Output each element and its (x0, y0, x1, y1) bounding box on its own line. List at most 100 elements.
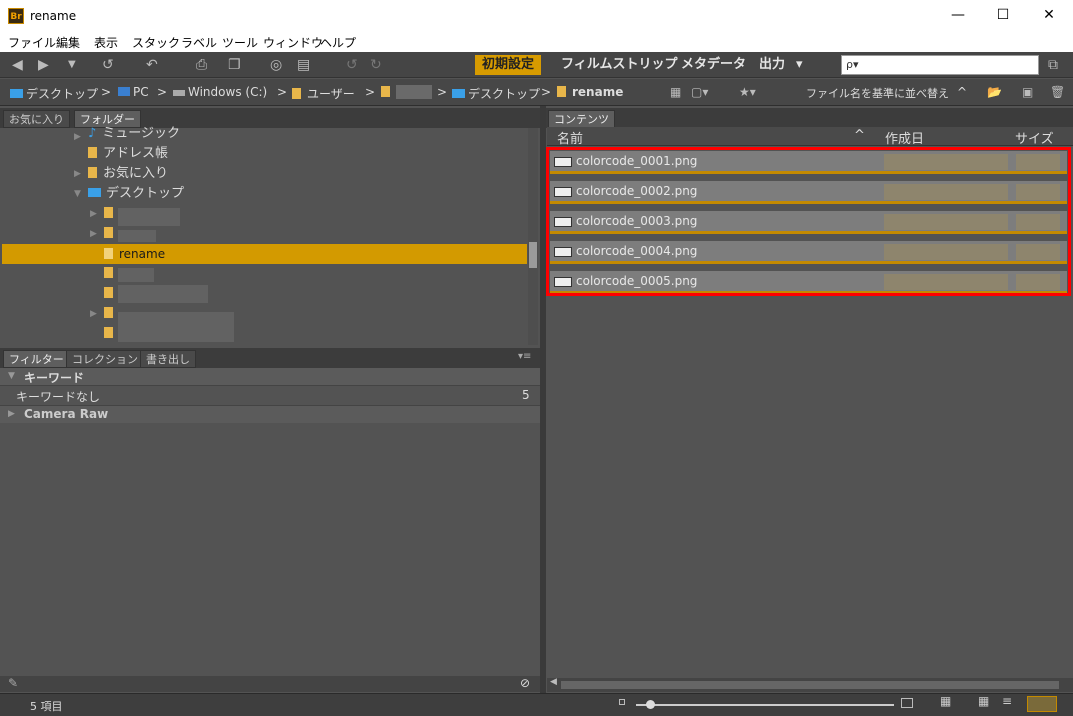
column-sort-icon[interactable]: ^ (854, 128, 865, 143)
path-separator: > (157, 85, 168, 99)
forward-icon[interactable]: ▶ (38, 56, 49, 74)
expand-icon[interactable]: ▶ (74, 169, 81, 179)
menu-window[interactable]: ウィンドウ (263, 34, 323, 51)
menu-bar: ファイル 編集 表示 スタック ラベル ツール ウィンドウ ヘルプ (0, 32, 1073, 52)
tree-item-favorites[interactable]: お気に入り (88, 164, 168, 184)
thumbnail-size-slider[interactable] (636, 700, 894, 709)
clear-filter-icon[interactable]: ⊘ (520, 676, 530, 690)
pin-icon[interactable]: ✎ (8, 676, 18, 690)
view-thumbnails-icon[interactable]: ▦ (978, 694, 989, 708)
filter-tab-row: フィルター コレクション 書き出し ▾≡ (0, 348, 540, 368)
path-windows-c[interactable]: Windows (C:) (173, 85, 267, 99)
tree-item-music[interactable]: ♪ ミュージック (88, 124, 180, 144)
path-desktop-2[interactable]: デスクトップ (452, 85, 540, 102)
slider-handle[interactable] (646, 700, 655, 709)
tab-content[interactable]: コンテンツ (548, 110, 615, 128)
menu-help[interactable]: ヘルプ (320, 34, 356, 51)
sort-dropdown[interactable]: ファイル名を基準に並べ替え (806, 85, 949, 101)
rotate-left-icon[interactable]: ↺ (346, 56, 358, 74)
rotate-right-icon[interactable]: ↻ (370, 56, 382, 74)
tab-collection[interactable]: コレクション (66, 350, 144, 368)
keyword-none-item[interactable]: キーワードなし (16, 388, 100, 405)
workspace-more-dropdown[interactable]: ▾ (796, 55, 803, 75)
path-rename[interactable]: rename (557, 85, 623, 99)
tab-filter[interactable]: フィルター (3, 350, 70, 368)
thumb-small-icon[interactable] (619, 699, 625, 705)
expand-icon[interactable]: ▶ (90, 229, 97, 239)
tab-export[interactable]: 書き出し (140, 350, 196, 368)
open-recent-folder-icon[interactable]: 📂 (987, 85, 1002, 99)
workspace-output[interactable]: 出力 (759, 55, 785, 75)
view-options-icon[interactable]: ▢▾ (691, 85, 708, 99)
path-desktop-1[interactable]: デスクトップ (10, 85, 98, 102)
tab-favorites[interactable]: お気に入り (3, 110, 70, 128)
camera-raw-icon[interactable]: ◎ (270, 56, 282, 74)
column-date[interactable]: 作成日 (885, 128, 924, 147)
menu-stack[interactable]: スタック (132, 34, 180, 51)
menu-label[interactable]: ラベル (181, 34, 217, 51)
content-hscrollbar[interactable]: ◀ (547, 677, 1073, 692)
tree-item-hidden[interactable] (104, 224, 119, 244)
panel-menu-icon[interactable]: ▾≡ (518, 351, 531, 362)
reveal-recent-icon[interactable]: ↺ (102, 56, 114, 74)
folder-scrollbar[interactable] (528, 128, 538, 345)
menu-tools[interactable]: ツール (222, 34, 258, 51)
scroll-thumb[interactable] (561, 681, 1059, 689)
expand-icon[interactable]: ▶ (90, 309, 97, 319)
path-user-folder[interactable] (381, 85, 432, 99)
scroll-thumb[interactable] (529, 242, 537, 268)
minimize-button[interactable]: — (935, 0, 981, 32)
recent-dropdown-icon[interactable]: ▼ (68, 56, 76, 74)
keyword-header[interactable]: ▼ キーワード (0, 368, 540, 386)
boomerang-icon[interactable]: ↶ (146, 56, 158, 74)
tree-item-hidden[interactable] (104, 284, 119, 304)
path-pc[interactable]: PC (118, 85, 149, 99)
sort-direction-icon[interactable]: ^ (957, 85, 967, 99)
delete-icon[interactable]: 🗑 (1050, 85, 1065, 99)
path-users[interactable]: ユーザー (292, 85, 355, 102)
tree-item-desktop[interactable]: デスクトップ (88, 184, 184, 204)
close-button[interactable]: ✕ (1026, 0, 1072, 32)
camera-import-icon[interactable]: ⎙ (196, 56, 207, 74)
thumb-large-icon[interactable] (901, 698, 913, 708)
path-separator: > (101, 85, 112, 99)
toolbar: ◀ ▶ ▼ ↺ ↶ ⎙ ❐ ◎ ▤ ↺ ↻ 初期設定 フィルムストリップ メタデ… (0, 52, 1073, 78)
expand-icon: ▶ (8, 409, 15, 419)
compact-mode-icon[interactable]: ⧉ (1048, 56, 1058, 74)
menu-file[interactable]: ファイル (8, 34, 56, 51)
tree-item-hidden[interactable] (104, 204, 119, 224)
view-list-icon[interactable] (1027, 696, 1057, 712)
tree-item-hidden[interactable] (104, 304, 119, 324)
refine-icon[interactable]: ❐ (228, 56, 241, 74)
tree-item-rename[interactable]: rename (104, 244, 165, 264)
expand-icon[interactable]: ▶ (74, 132, 81, 142)
menu-view[interactable]: 表示 (94, 34, 118, 51)
output-icon[interactable]: ▤ (297, 56, 310, 74)
redacted-label (118, 208, 180, 226)
lock-thumbnail-grid-icon[interactable]: ▦ (940, 694, 951, 708)
expand-icon[interactable]: ▶ (90, 209, 97, 219)
folder-tree: ▶ ♪ ミュージック アドレス帳 ▶ お気に入り ▼ デスクトップ ▶ ▶ ren… (0, 126, 540, 345)
view-details-icon[interactable]: ≡ (1002, 694, 1012, 708)
column-size[interactable]: サイズ (1015, 128, 1054, 147)
workspace-filmstrip[interactable]: フィルムストリップ (561, 55, 677, 75)
item-count: 5 項目 (30, 700, 63, 713)
column-name[interactable]: 名前 (557, 128, 583, 147)
search-input[interactable]: ρ▾ (841, 55, 1039, 75)
tree-item-hidden[interactable] (104, 264, 119, 284)
star-filter-icon[interactable]: ★▾ (739, 85, 756, 99)
tree-item-hidden[interactable] (104, 324, 119, 344)
camera-raw-header[interactable]: ▶ Camera Raw (0, 405, 540, 423)
maximize-button[interactable]: ☐ (980, 0, 1026, 32)
new-folder-icon[interactable]: ▣ (1022, 85, 1033, 99)
menu-edit[interactable]: 編集 (56, 34, 80, 51)
workspace-metadata[interactable]: メタデータ (681, 55, 746, 75)
scroll-left-icon[interactable]: ◀ (550, 677, 557, 687)
collapse-icon: ▼ (8, 371, 15, 381)
redacted-label (118, 312, 234, 342)
thumbnail-quality-icon[interactable]: ▦ (670, 85, 681, 99)
tree-item-address-book[interactable]: アドレス帳 (88, 144, 168, 164)
workspace-essentials[interactable]: 初期設定 (475, 55, 542, 75)
collapse-icon[interactable]: ▼ (74, 189, 81, 199)
back-icon[interactable]: ◀ (12, 56, 23, 74)
